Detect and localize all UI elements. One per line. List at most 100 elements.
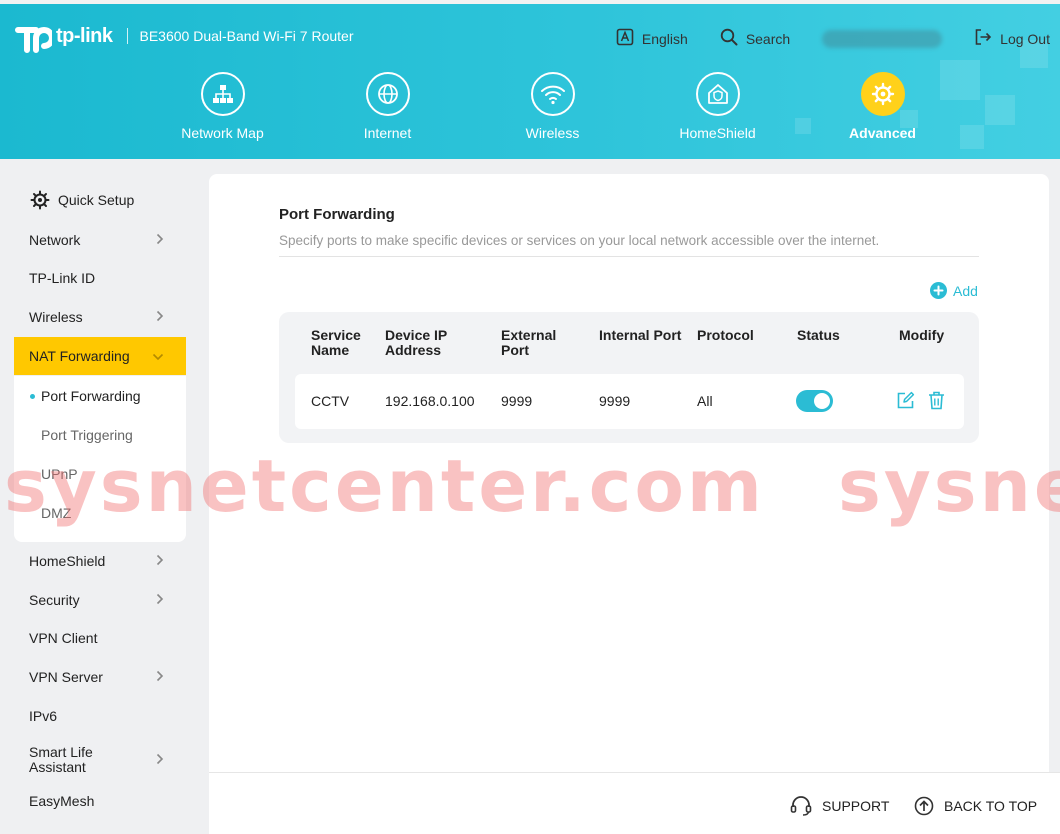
column-header-protocol: Protocol	[697, 327, 754, 343]
nav-advanced[interactable]: Advanced	[800, 72, 965, 141]
arrow-up-circle-icon	[914, 796, 934, 816]
support-label: SUPPORT	[822, 798, 890, 814]
back-to-top-label: BACK TO TOP	[944, 798, 1038, 814]
table-row: CCTV 192.168.0.100 9999 9999 All	[295, 374, 964, 429]
sidebar-item-label: HomeShield	[29, 553, 106, 569]
sidebar-item-nat-forwarding[interactable]: NAT Forwarding	[14, 337, 186, 375]
cell-protocol: All	[697, 393, 713, 409]
search-icon	[720, 28, 738, 49]
brand-name: tp-link	[56, 24, 113, 47]
delete-icon[interactable]	[928, 391, 945, 415]
sidebar-item-label: VPN Server	[29, 669, 103, 685]
sidebar-item-label: Network	[29, 232, 81, 248]
language-button[interactable]: English	[616, 28, 688, 49]
router-model: BE3600 Dual-Band Wi-Fi 7 Router	[139, 28, 354, 44]
top-header: tp-link BE3600 Dual-Band Wi-Fi 7 Router …	[0, 0, 1060, 159]
logout-icon	[974, 28, 992, 49]
account-blurred[interactable]	[822, 29, 943, 48]
column-header-internal-port: Internal Port	[599, 327, 682, 343]
sidebar-item-wireless[interactable]: Wireless	[14, 298, 186, 336]
back-to-top-link[interactable]: BACK TO TOP	[914, 796, 1037, 816]
language-icon	[616, 28, 634, 49]
sidebar-item-label: Wireless	[29, 309, 83, 325]
sidebar-item-easymesh[interactable]: EasyMesh	[14, 782, 186, 820]
column-header-status: Status	[797, 327, 840, 343]
brand-logo[interactable]: tp-link BE3600 Dual-Band Wi-Fi 7 Router	[14, 18, 354, 54]
network-map-icon	[200, 72, 245, 116]
headset-icon	[790, 796, 812, 816]
support-link[interactable]: SUPPORT	[790, 796, 889, 816]
gear-icon	[860, 72, 905, 116]
sidebar-item-smart-life-assistant[interactable]: Smart Life Assistant	[14, 740, 186, 780]
nav-wireless[interactable]: Wireless	[470, 72, 635, 141]
sidebar-item-label: VPN Client	[29, 630, 98, 646]
column-header-service-name: Service Name	[311, 327, 361, 358]
sub-item-upnp[interactable]: UPnP	[41, 466, 78, 482]
port-forwarding-table: Service Name Device IP Address External Por…	[279, 312, 979, 443]
add-button[interactable]: Add	[930, 282, 978, 299]
wifi-icon	[530, 72, 575, 116]
sub-item-dmz[interactable]: DMZ	[41, 505, 71, 521]
column-header-device-ip: Device IP Address	[385, 327, 448, 358]
status-toggle[interactable]	[796, 390, 833, 412]
tp-link-logo-icon	[14, 18, 55, 54]
column-header-external-port: External Port	[501, 327, 557, 358]
search-button[interactable]: Search	[720, 28, 790, 49]
language-label: English	[641, 30, 688, 47]
sidebar-item-network[interactable]: Network	[14, 221, 186, 259]
chevron-right-icon	[156, 669, 164, 685]
footer: SUPPORT BACK TO TOP	[209, 772, 1060, 834]
sidebar-item-vpn-client[interactable]: VPN Client	[14, 619, 186, 657]
logout-label: Log Out	[1000, 30, 1050, 47]
header-divider	[126, 28, 128, 44]
logout-button[interactable]: Log Out	[974, 28, 1050, 49]
sidebar-item-label: Security	[29, 592, 80, 608]
main-panel: Port Forwarding Specify ports to make sp…	[209, 174, 1049, 772]
edit-icon[interactable]	[896, 391, 915, 415]
nav-homeshield[interactable]: HomeShield	[635, 72, 800, 141]
homeshield-icon	[695, 72, 740, 116]
sidebar-item-label: TP-Link ID	[29, 270, 96, 286]
nav-label: Network Map	[181, 125, 264, 141]
nav-network-map[interactable]: Network Map	[140, 72, 305, 141]
cell-internal-port: 9999	[599, 393, 631, 409]
cell-external-port: 9999	[501, 393, 533, 409]
chevron-right-icon	[156, 752, 164, 768]
sidebar-item-label: Smart Life Assistant	[29, 744, 93, 775]
sidebar-item-homeshield[interactable]: HomeShield	[14, 542, 186, 580]
chevron-right-icon	[156, 309, 164, 325]
sidebar-item-ipv6[interactable]: IPv6	[14, 697, 186, 735]
quick-setup-icon	[30, 190, 50, 210]
sidebar: Quick Setup Network TP-Link ID Wireless …	[0, 159, 200, 834]
sidebar-item-label: IPv6	[29, 708, 58, 724]
plus-circle-icon	[930, 282, 947, 299]
top-border	[0, 0, 1060, 4]
sidebar-item-vpn-server[interactable]: VPN Server	[14, 658, 186, 696]
cell-service-name: CCTV	[311, 393, 350, 409]
nav-label: Advanced	[849, 125, 916, 141]
nav-label: HomeShield	[679, 125, 756, 141]
sidebar-item-quick-setup[interactable]: Quick Setup	[14, 181, 186, 219]
sub-item-port-forwarding[interactable]: Port Forwarding	[41, 388, 141, 404]
main-nav: Network Map Internet Wireless HomeShield…	[140, 72, 965, 141]
sidebar-item-label: Quick Setup	[58, 192, 135, 208]
active-bullet	[30, 394, 35, 399]
chevron-right-icon	[156, 553, 164, 569]
add-label: Add	[953, 282, 978, 299]
column-header-modify: Modify	[899, 327, 945, 343]
sidebar-item-label: NAT Forwarding	[29, 348, 130, 364]
cell-device-ip: 192.168.0.100	[385, 393, 475, 409]
chevron-right-icon	[156, 592, 164, 608]
sidebar-item-security[interactable]: Security	[14, 581, 186, 619]
sidebar-item-label: EasyMesh	[29, 793, 95, 809]
sub-item-port-triggering[interactable]: Port Triggering	[41, 427, 133, 443]
section-divider	[279, 256, 979, 257]
globe-icon	[365, 72, 410, 116]
chevron-right-icon	[156, 232, 164, 248]
nav-internet[interactable]: Internet	[305, 72, 470, 141]
sidebar-item-tp-link-id[interactable]: TP-Link ID	[14, 259, 186, 297]
nav-label: Wireless	[525, 125, 580, 141]
top-actions: English Search Log Out	[584, 28, 1050, 49]
page-title: Port Forwarding	[279, 206, 395, 223]
nav-label: Internet	[363, 125, 412, 141]
